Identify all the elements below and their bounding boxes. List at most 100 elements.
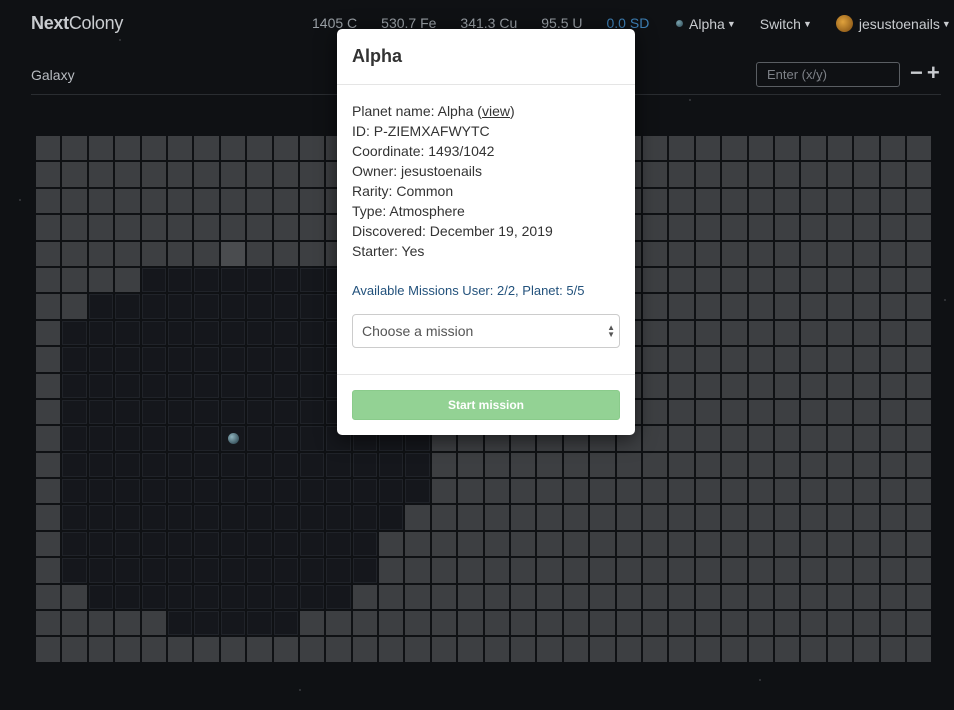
grid-cell[interactable] <box>194 584 219 610</box>
grid-cell[interactable] <box>62 505 87 530</box>
grid-cell[interactable] <box>669 320 694 346</box>
grid-cell[interactable] <box>247 215 272 240</box>
grid-cell[interactable] <box>484 505 510 530</box>
grid-cell[interactable] <box>299 188 325 214</box>
grid-cell[interactable] <box>906 399 932 425</box>
grid-cell[interactable] <box>695 162 721 187</box>
grid-cell[interactable] <box>115 531 140 557</box>
grid-cell[interactable] <box>167 479 193 504</box>
grid-cell[interactable] <box>722 267 747 293</box>
grid-cell[interactable] <box>167 320 193 346</box>
grid-cell[interactable] <box>616 558 641 583</box>
grid-cell[interactable] <box>642 188 668 214</box>
grid-cell[interactable] <box>484 611 510 636</box>
grid-cell[interactable] <box>748 241 773 266</box>
grid-cell[interactable] <box>36 611 61 636</box>
grid-cell[interactable] <box>906 294 932 319</box>
grid-cell[interactable] <box>62 136 87 161</box>
grid-cell[interactable] <box>695 373 721 398</box>
grid-cell[interactable] <box>563 505 589 530</box>
grid-cell[interactable] <box>642 637 668 662</box>
grid-cell[interactable] <box>774 452 800 478</box>
grid-cell[interactable] <box>695 531 721 557</box>
grid-cell[interactable] <box>880 215 905 240</box>
grid-cell[interactable] <box>431 531 457 557</box>
grid-cell[interactable] <box>827 531 853 557</box>
grid-cell[interactable] <box>62 215 87 240</box>
grid-cell[interactable] <box>906 505 932 530</box>
grid-cell[interactable] <box>774 373 800 398</box>
grid-cell[interactable] <box>115 136 140 161</box>
grid-cell[interactable] <box>352 558 378 583</box>
grid-cell[interactable] <box>141 584 166 610</box>
grid-cell[interactable] <box>669 136 694 161</box>
grid-cell[interactable] <box>194 426 219 451</box>
grid-cell[interactable] <box>774 294 800 319</box>
grid-cell[interactable] <box>669 188 694 214</box>
grid-cell[interactable] <box>431 452 457 478</box>
grid-cell[interactable] <box>431 479 457 504</box>
grid-cell[interactable] <box>36 452 61 478</box>
grid-cell[interactable] <box>722 373 747 398</box>
grid-cell[interactable] <box>748 347 773 372</box>
grid-cell[interactable] <box>748 188 773 214</box>
grid-cell[interactable] <box>352 611 378 636</box>
grid-cell[interactable] <box>273 320 298 346</box>
grid-cell[interactable] <box>722 531 747 557</box>
grid-cell[interactable] <box>590 505 615 530</box>
grid-cell[interactable] <box>827 373 853 398</box>
grid-cell[interactable] <box>352 505 378 530</box>
grid-cell[interactable] <box>326 531 351 557</box>
grid-cell[interactable] <box>827 505 853 530</box>
grid-cell[interactable] <box>36 373 61 398</box>
grid-cell[interactable] <box>616 637 641 662</box>
grid-cell[interactable] <box>854 558 879 583</box>
grid-cell[interactable] <box>774 611 800 636</box>
grid-cell[interactable] <box>115 347 140 372</box>
grid-cell[interactable] <box>88 426 114 451</box>
grid-cell[interactable] <box>827 241 853 266</box>
grid-cell-planet[interactable] <box>220 426 246 451</box>
grid-cell[interactable] <box>537 505 562 530</box>
grid-cell[interactable] <box>141 505 166 530</box>
grid-cell[interactable] <box>194 452 219 478</box>
grid-cell[interactable] <box>880 373 905 398</box>
grid-cell[interactable] <box>722 162 747 187</box>
grid-cell[interactable] <box>273 531 298 557</box>
grid-cell[interactable] <box>642 162 668 187</box>
grid-cell[interactable] <box>774 531 800 557</box>
grid-cell[interactable] <box>642 347 668 372</box>
grid-cell[interactable] <box>141 267 166 293</box>
grid-cell[interactable] <box>669 479 694 504</box>
grid-cell[interactable] <box>352 637 378 662</box>
grid-cell[interactable] <box>194 215 219 240</box>
grid-cell[interactable] <box>906 558 932 583</box>
grid-cell[interactable] <box>247 611 272 636</box>
grid-cell[interactable] <box>273 426 298 451</box>
grid-cell[interactable] <box>36 426 61 451</box>
grid-cell[interactable] <box>458 505 483 530</box>
grid-cell[interactable] <box>273 136 298 161</box>
grid-cell[interactable] <box>247 347 272 372</box>
grid-cell[interactable] <box>642 267 668 293</box>
grid-cell[interactable] <box>642 426 668 451</box>
grid-cell[interactable] <box>247 162 272 187</box>
grid-cell[interactable] <box>62 558 87 583</box>
grid-cell[interactable] <box>273 637 298 662</box>
grid-cell[interactable] <box>88 373 114 398</box>
grid-cell[interactable] <box>194 267 219 293</box>
grid-cell[interactable] <box>88 347 114 372</box>
grid-cell[interactable] <box>774 241 800 266</box>
grid-cell[interactable] <box>722 241 747 266</box>
grid-cell[interactable] <box>748 531 773 557</box>
grid-cell[interactable] <box>405 558 430 583</box>
grid-cell[interactable] <box>220 188 246 214</box>
grid-cell[interactable] <box>62 320 87 346</box>
grid-cell[interactable] <box>36 637 61 662</box>
grid-cell[interactable] <box>62 531 87 557</box>
grid-cell[interactable] <box>906 162 932 187</box>
grid-cell[interactable] <box>801 637 826 662</box>
grid-cell[interactable] <box>88 584 114 610</box>
grid-cell[interactable] <box>326 584 351 610</box>
grid-cell[interactable] <box>220 347 246 372</box>
